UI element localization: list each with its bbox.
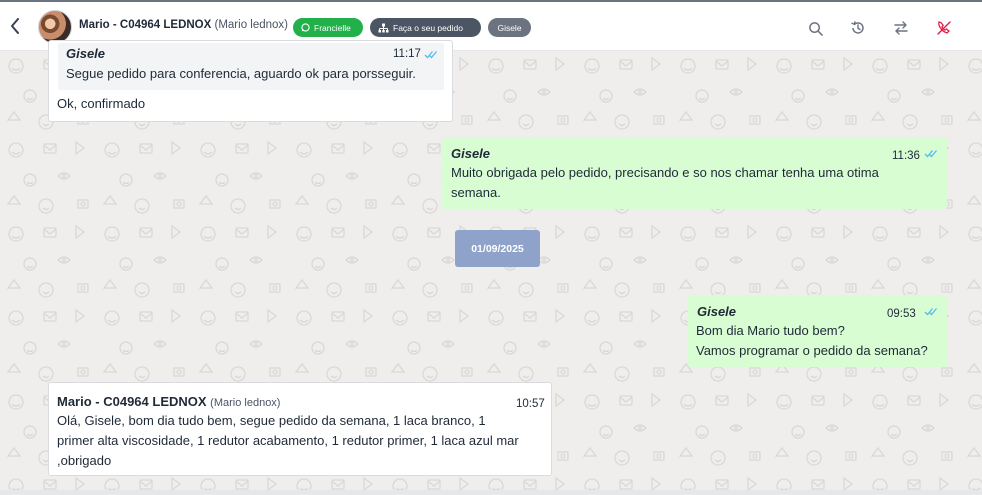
avatar[interactable] [38, 10, 72, 44]
message-time: 09:53 [887, 308, 916, 320]
message-line: primer alta viscosidade, 1 redutor acaba… [57, 433, 519, 448]
tag-label: Gisele [497, 22, 522, 33]
message-line: Bom dia Mario tudo bem? [696, 323, 845, 338]
tag-francielle[interactable]: Francielle [293, 18, 363, 37]
tag-faca-pedido[interactable]: Faça o seu pedido [370, 18, 481, 37]
message-time: 10:57 [516, 398, 545, 410]
flow-icon [378, 23, 389, 32]
message-outgoing[interactable]: Gisele 09:53 Bom dia Mario tudo bem? Vam… [688, 295, 947, 367]
message-sender-name: Mario - C04964 LEDNOX [57, 394, 207, 409]
message-time: 11:36 [892, 150, 920, 162]
contact-subtitle: (Mario lednox) [214, 19, 289, 31]
message-sender: Mario - C04964 LEDNOX (Mario lednox) [57, 392, 280, 413]
contact-name-text: Mario - C04964 LEDNOX [79, 19, 212, 31]
end-call-icon[interactable] [934, 18, 954, 38]
message-text: Ok, confirmado [57, 96, 146, 111]
read-ticks-icon [924, 150, 937, 158]
message-line: semana. [451, 185, 501, 200]
message-sender-sub: (Mario lednox) [210, 397, 281, 409]
tag-gisele[interactable]: Gisele [488, 18, 531, 37]
quoted-text: Segue pedido para conferencia, aguardo o… [66, 66, 416, 81]
message-line: ,obrigado [57, 453, 112, 468]
read-ticks-icon [924, 308, 937, 316]
message-line: Olá, Gisele, bom dia tudo bem, segue ped… [57, 413, 486, 428]
message-sender: Gisele [697, 304, 737, 319]
search-icon[interactable] [805, 18, 825, 38]
composer-edge [0, 490, 982, 495]
date-separator: 01/09/2025 [455, 230, 540, 267]
quoted-message[interactable]: Gisele 11:17 Segue pedido para conferenc… [58, 43, 444, 90]
message-outgoing[interactable]: Gisele 11:36 Muito obrigada pelo pedido,… [442, 137, 947, 209]
tag-label: Faça o seu pedido [393, 22, 463, 33]
quoted-time: 11:17 [393, 48, 421, 60]
history-icon[interactable] [848, 18, 868, 38]
message-sender: Gisele [451, 146, 491, 161]
whatsapp-icon [301, 23, 310, 32]
message-line: Muito obrigada pelo pedido, precisando e… [451, 165, 879, 180]
message-incoming[interactable]: Mario - C04964 LEDNOX (Mario lednox) 10:… [48, 382, 552, 476]
transfer-icon[interactable] [891, 18, 911, 38]
contact-name[interactable]: Mario - C04964 LEDNOX (Mario lednox) [79, 19, 288, 31]
quoted-sender: Gisele [66, 46, 106, 61]
tag-label: Francielle [314, 22, 351, 33]
back-icon[interactable] [6, 15, 24, 37]
message-line: Vamos programar o pedido da semana? [696, 343, 928, 358]
read-ticks-icon [424, 51, 437, 59]
